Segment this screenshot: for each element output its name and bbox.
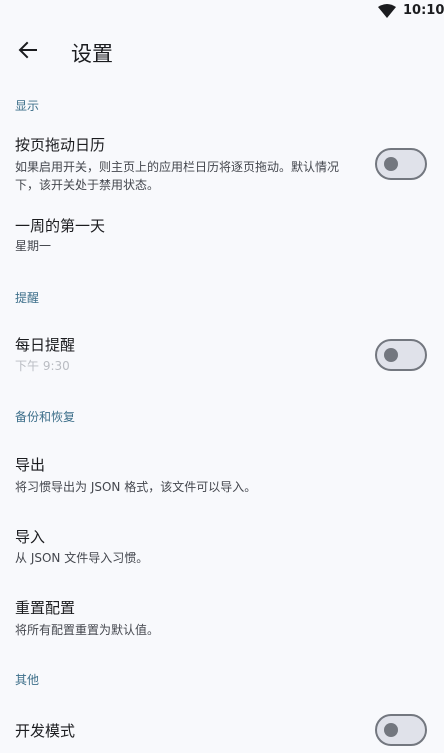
setting-desc-page-calendar: 如果启用开关，则主页上的应用栏日历将逐页拖动。默认情况下，该开关处于禁用状态。 <box>15 160 340 192</box>
setting-value-daily-reminder: 下午 9:30 <box>15 359 70 373</box>
settings-screen: 10:10 设置 显示 按页拖动日历 如果启用开关，则主页上的应用栏日历将逐页拖… <box>0 0 444 753</box>
status-bar: 10:10 <box>0 0 444 26</box>
setting-value-first-day: 星期一 <box>15 239 52 253</box>
switch-thumb <box>384 157 398 171</box>
switch-thumb <box>384 348 398 362</box>
arrow-back-icon <box>18 41 37 59</box>
setting-title-page-calendar: 按页拖动日历 <box>15 136 106 154</box>
wifi-icon <box>378 4 396 18</box>
setting-desc-export: 将习惯导出为 JSON 格式，该文件可以导入。 <box>15 480 257 494</box>
page-title: 设置 <box>71 42 113 66</box>
setting-desc-reset: 将所有配置重置为默认值。 <box>15 623 160 637</box>
setting-title-export: 导出 <box>15 456 46 474</box>
setting-desc-import: 从 JSON 文件导入习惯。 <box>15 551 149 565</box>
developer-mode-switch[interactable] <box>375 714 427 746</box>
setting-title-daily-reminder: 每日提醒 <box>15 336 76 354</box>
app-bar: 设置 <box>0 26 444 82</box>
setting-title-first-day: 一周的第一天 <box>15 217 106 235</box>
page-calendar-switch[interactable] <box>375 148 427 180</box>
section-header-backup: 备份和恢复 <box>15 410 76 424</box>
daily-reminder-switch[interactable] <box>375 339 427 371</box>
setting-title-import: 导入 <box>15 528 46 546</box>
setting-title-developer-mode: 开发模式 <box>15 722 76 740</box>
section-header-other: 其他 <box>15 673 40 687</box>
section-header-display: 显示 <box>15 99 40 113</box>
section-header-reminder: 提醒 <box>15 291 40 305</box>
setting-title-reset: 重置配置 <box>15 599 76 617</box>
back-button[interactable] <box>12 34 44 66</box>
switch-thumb <box>384 723 398 737</box>
status-clock: 10:10 <box>403 3 444 18</box>
